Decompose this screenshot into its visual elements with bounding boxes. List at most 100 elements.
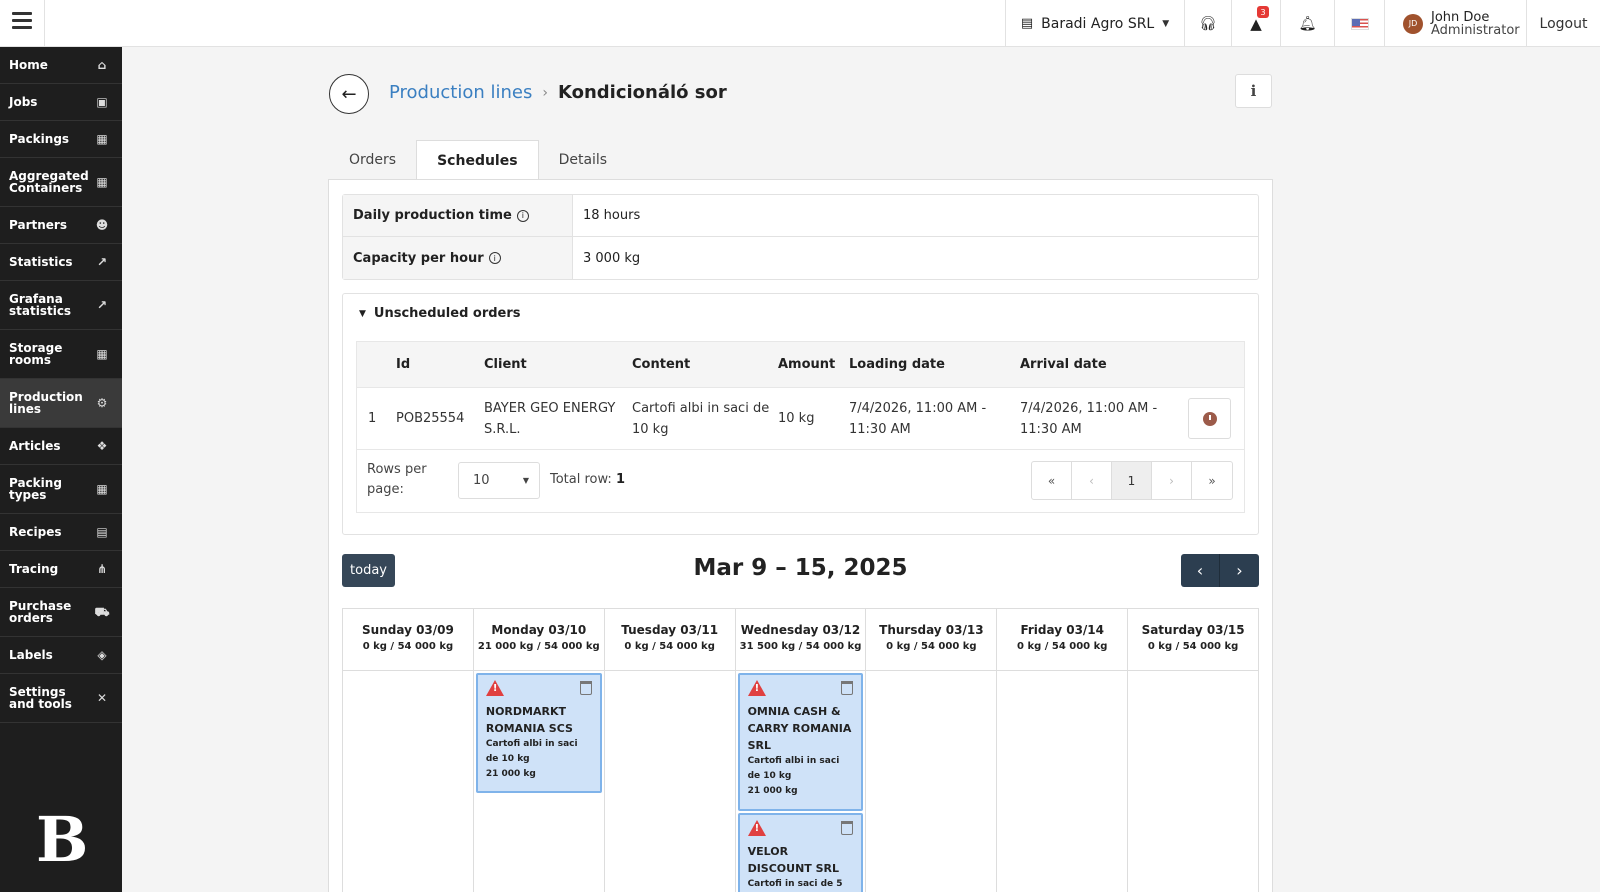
us-flag-icon: [1350, 17, 1369, 30]
trash-icon[interactable]: [841, 681, 854, 695]
list-icon: ▤: [96, 525, 108, 539]
sidebar-item-label: Jobs: [9, 95, 38, 109]
day-name: Thursday 03/13: [879, 623, 984, 637]
table-footer: Rows per page: 10 ▼ Total row: 1 « ‹ 1 ›…: [357, 450, 1244, 512]
first-page-button[interactable]: «: [1032, 462, 1072, 499]
chevron-left-icon: ‹: [1196, 561, 1204, 580]
day-column[interactable]: Saturday 03/15 0 kg / 54 000 kg: [1128, 609, 1259, 892]
day-column[interactable]: Tuesday 03/11 0 kg / 54 000 kg: [604, 609, 736, 892]
day-capacity: 0 kg / 54 000 kg: [1147, 641, 1239, 652]
previous-week-button[interactable]: ‹: [1181, 554, 1220, 587]
unscheduled-orders-toggle[interactable]: ▼ Unscheduled orders: [359, 306, 521, 321]
sidebar-item-label: Partners: [9, 218, 67, 232]
alerts-button[interactable]: ▲ 3: [1231, 0, 1280, 47]
scheduled-order-event[interactable]: OMNIA CASH & CARRY ROMANIA SRL Cartofi al…: [737, 673, 864, 811]
rows-per-page-select[interactable]: 10 ▼: [458, 462, 540, 499]
scheduled-order-event[interactable]: VELOR DISCOUNT SRL Cartofi in saci de 5 k…: [737, 813, 864, 892]
user-role: Administrator: [1431, 22, 1520, 38]
sidebar-item-statistics[interactable]: Statistics ↗: [0, 244, 122, 281]
page-1-button[interactable]: 1: [1112, 462, 1152, 499]
support-button[interactable]: 🎧︎: [1184, 0, 1231, 47]
sidebar-item-tracing[interactable]: Tracing ⋔: [0, 551, 122, 588]
sidebar-item-packing-types[interactable]: Packing types ▦: [0, 465, 122, 514]
sitemap-icon: ⋔: [96, 562, 108, 576]
tab-details[interactable]: Details: [539, 140, 628, 180]
sidebar-item-aggregated-containers[interactable]: Aggregated Containers ▦: [0, 158, 122, 207]
warning-icon: [747, 820, 766, 836]
info-circle-icon[interactable]: i: [488, 252, 501, 264]
calendar-toolbar: today Mar 9 – 15, 2025 ‹ ›: [342, 554, 1259, 587]
breadcrumb-parent-link[interactable]: Production lines: [389, 82, 532, 103]
trash-icon[interactable]: [841, 821, 854, 835]
tools-icon: ✕: [96, 691, 108, 705]
day-header: Wednesday 03/12 31 500 kg / 54 000 kg: [735, 609, 866, 671]
sidebar-item-purchase-orders[interactable]: Purchase orders ⛟: [0, 588, 122, 637]
user-menu[interactable]: JD John Doe Administrator: [1384, 0, 1526, 47]
schedule-order-button[interactable]: [1188, 398, 1231, 439]
cogs-icon: ⚙: [96, 396, 108, 410]
company-name: Baradi Agro SRL: [1041, 15, 1155, 32]
logout-button[interactable]: Logout: [1526, 0, 1600, 47]
hamburger-menu-icon[interactable]: [12, 12, 32, 30]
day-name: Sunday 03/09: [362, 623, 454, 637]
day-column[interactable]: Thursday 03/13 0 kg / 54 000 kg: [866, 609, 998, 892]
info-circle-icon[interactable]: i: [516, 209, 529, 222]
notifications-button[interactable]: 🔔︎: [1280, 0, 1334, 47]
sidebar-item-articles[interactable]: Articles ❖: [0, 428, 122, 465]
schedules-panel: Daily production time i 18 hours Capacit…: [328, 179, 1273, 892]
previous-page-button[interactable]: ‹: [1072, 462, 1112, 499]
column-header-amount: Amount: [778, 357, 836, 372]
day-capacity: 0 kg / 54 000 kg: [624, 641, 715, 652]
event-client: OMNIA CASH & CARRY ROMANIA SRL: [747, 705, 852, 752]
sidebar-item-settings-and-tools[interactable]: Settings and tools ✕: [0, 674, 122, 723]
sidebar-item-jobs[interactable]: Jobs ▣: [0, 84, 122, 121]
day-name: Wednesday 03/12: [740, 623, 861, 637]
sidebar-item-production-lines[interactable]: Production lines ⚙: [0, 379, 122, 428]
next-week-button[interactable]: ›: [1220, 554, 1259, 587]
table-header: Id Client Content Amount Loading date Ar…: [357, 342, 1244, 388]
sidebar-item-storage-rooms[interactable]: Storage rooms ▦: [0, 330, 122, 379]
day-name: Saturday 03/15: [1141, 623, 1245, 637]
trash-icon[interactable]: [579, 681, 592, 695]
back-button[interactable]: ←: [329, 74, 369, 114]
cubes-icon: ❖: [96, 439, 108, 453]
scheduled-order-event[interactable]: NORDMARKT ROMANIA SCS Cartofi albi in sac…: [475, 673, 602, 793]
clock-icon: [1202, 411, 1217, 426]
column-header-id: Id: [396, 357, 411, 372]
building-icon: ▤: [1020, 16, 1034, 31]
day-column[interactable]: Monday 03/10 21 000 kg / 54 000 kg NORDMAR…: [473, 609, 605, 892]
info-button[interactable]: i: [1235, 74, 1272, 108]
sidebar-item-label: Storage rooms: [9, 341, 63, 367]
event-content: Cartofi in saci de 5 kg: [747, 879, 843, 889]
sidebar-item-partners[interactable]: Partners ☻: [0, 207, 122, 244]
company-selector[interactable]: ▤ Baradi Agro SRL ▼: [1005, 0, 1184, 47]
day-name: Tuesday 03/11: [621, 623, 719, 637]
event-toolbar: [485, 679, 592, 697]
sidebar-item-grafana-statistics[interactable]: Grafana statistics ↗: [0, 281, 122, 330]
event-content: Cartofi albi in saci de 10 kg: [747, 756, 840, 781]
next-page-button[interactable]: ›: [1152, 462, 1192, 499]
tab-schedules[interactable]: Schedules: [416, 140, 539, 181]
sidebar-item-home[interactable]: Home ⌂: [0, 47, 122, 84]
day-column[interactable]: Friday 03/14 0 kg / 54 000 kg: [997, 609, 1129, 892]
sidebar-item-labels[interactable]: Labels ◈: [0, 637, 122, 674]
sidebar-item-label: Articles: [9, 439, 61, 453]
grid-icon: ▦: [96, 482, 108, 496]
order-arrival-date: 7/4/2026, 11:00 AM - 11:30 AM: [1020, 400, 1158, 437]
column-header-loading-date: Loading date: [849, 357, 945, 372]
column-header-arrival-date: Arrival date: [1020, 357, 1107, 372]
day-column[interactable]: Sunday 03/09 0 kg / 54 000 kg: [343, 609, 474, 892]
clipboard-check-icon: ▣: [96, 95, 108, 109]
column-header-client: Client: [484, 357, 527, 372]
chevron-down-icon: ▼: [1162, 18, 1170, 29]
last-page-button[interactable]: »: [1192, 462, 1232, 499]
event-toolbar: [747, 819, 854, 837]
sidebar-item-packings[interactable]: Packings ▦: [0, 121, 122, 158]
total-rows: Total row: 1: [550, 472, 625, 487]
tab-orders[interactable]: Orders: [329, 140, 416, 180]
day-column[interactable]: Wednesday 03/12 31 500 kg / 54 000 kg OMNI…: [735, 609, 867, 892]
today-button[interactable]: today: [342, 554, 395, 587]
sidebar-item-recipes[interactable]: Recipes ▤: [0, 514, 122, 551]
table-row: 1 POB25554 BAYER GEO ENERGY S.R.L. Carto…: [357, 388, 1244, 450]
language-selector[interactable]: [1334, 0, 1384, 47]
